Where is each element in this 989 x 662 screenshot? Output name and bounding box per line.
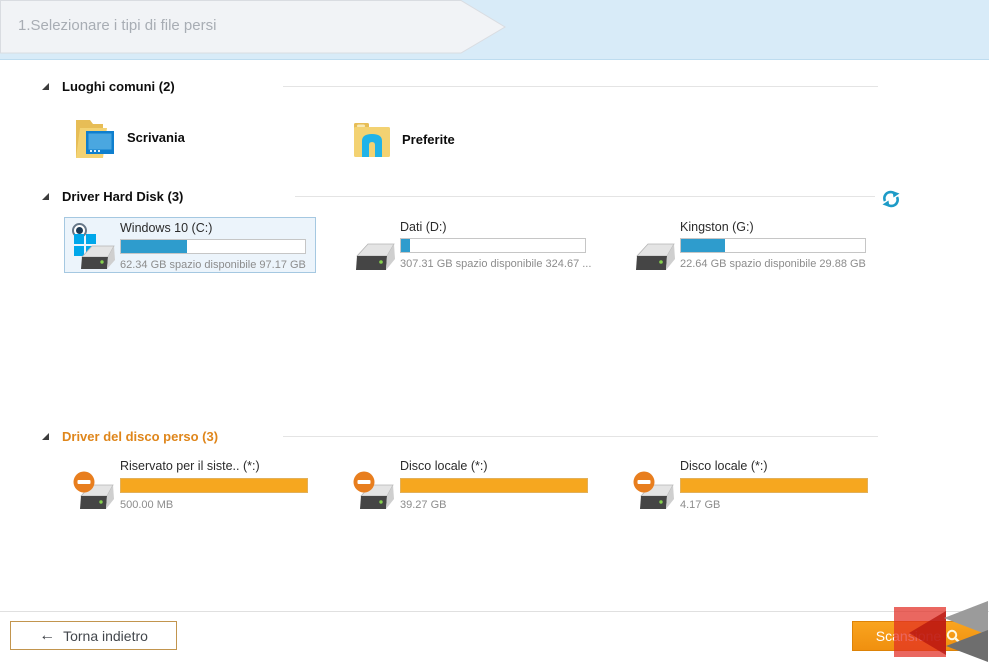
- footer-divider: [0, 611, 989, 612]
- drive-name: Dati (D:): [400, 220, 447, 234]
- capacity-bar-fill: [681, 479, 867, 492]
- capacity-bar: [400, 238, 586, 253]
- search-icon: [946, 629, 961, 644]
- drive-item-kingston-g[interactable]: Kingston (G:) 22.64 GB spazio disponibil…: [635, 217, 887, 273]
- capacity-bar-fill: [121, 240, 187, 253]
- lost-drive-item-local-1[interactable]: Disco locale (*:) 39.27 GB: [353, 459, 605, 517]
- capacity-bar: [120, 478, 308, 493]
- lost-drive-size: 500.00 MB: [120, 499, 173, 511]
- scan-button[interactable]: Scansione: [852, 621, 985, 651]
- capacity-bar: [680, 238, 866, 253]
- windows-drive-icon: [74, 234, 116, 272]
- drive-name: Kingston (G:): [680, 220, 754, 234]
- place-item-label: Preferite: [402, 132, 455, 147]
- divider: [283, 86, 878, 87]
- drive-item-dati-d[interactable]: Dati (D:) 307.31 GB spazio disponibile 3…: [355, 217, 607, 273]
- divider: [295, 196, 875, 197]
- section-title-lost-drives: Driver del disco perso (3): [62, 429, 218, 444]
- favorites-folder-icon: [352, 118, 392, 160]
- back-arrow-icon: ←: [39, 628, 55, 644]
- capacity-bar-fill: [401, 239, 410, 252]
- section-title-common-places: Luoghi comuni (2): [62, 79, 175, 94]
- recovery-wizard-window: 2.Selezionare una posizione per comincia…: [0, 0, 989, 662]
- lost-drive-icon: [73, 471, 117, 515]
- step1-title: 1.Selezionare i tipi di file persi: [18, 0, 448, 52]
- refresh-icon[interactable]: [880, 188, 902, 210]
- lost-drive-name: Riservato per il siste.. (*:): [120, 459, 260, 473]
- divider: [283, 436, 878, 437]
- capacity-bar-fill: [401, 479, 587, 492]
- scan-button-label: Scansione: [876, 628, 941, 644]
- lost-drive-item-local-2[interactable]: Disco locale (*:) 4.17 GB: [633, 459, 885, 517]
- desktop-folder-icon: [73, 114, 117, 160]
- back-button[interactable]: ← Torna indietro: [10, 621, 177, 650]
- capacity-bar: [680, 478, 868, 493]
- hard-drive-icon: [355, 243, 397, 271]
- capacity-bar-fill: [121, 479, 307, 492]
- hard-drive-icon: [635, 243, 677, 271]
- place-item-label: Scrivania: [127, 130, 185, 145]
- lost-drive-size: 4.17 GB: [680, 499, 720, 511]
- drive-name: Windows 10 (C:): [120, 221, 212, 235]
- lost-drive-name: Disco locale (*:): [680, 459, 768, 473]
- drive-item-windows-c[interactable]: Windows 10 (C:) 62.34 GB spazio disponib…: [64, 217, 316, 273]
- lost-drive-item-system-reserved[interactable]: Riservato per il siste.. (*:) 500.00 MB: [73, 459, 325, 517]
- lost-drive-icon: [353, 471, 397, 515]
- place-item-favorites[interactable]: Preferite: [352, 115, 455, 163]
- drive-free-space: 22.64 GB spazio disponibile 29.88 GB: [680, 258, 866, 270]
- lost-drive-icon: [633, 471, 677, 515]
- drive-free-space: 307.31 GB spazio disponibile 324.67 ...: [400, 258, 591, 270]
- capacity-bar: [120, 239, 306, 254]
- collapse-triangle-icon[interactable]: [41, 192, 50, 201]
- capacity-bar: [400, 478, 588, 493]
- place-item-desktop[interactable]: Scrivania: [73, 113, 185, 161]
- lost-drive-name: Disco locale (*:): [400, 459, 488, 473]
- section-title-hard-disk-drives: Driver Hard Disk (3): [62, 189, 183, 204]
- collapse-triangle-icon[interactable]: [41, 432, 50, 441]
- lost-drive-size: 39.27 GB: [400, 499, 446, 511]
- collapse-triangle-icon[interactable]: [41, 82, 50, 91]
- drive-free-space: 62.34 GB spazio disponibile 97.17 GB: [120, 259, 306, 271]
- back-button-label: Torna indietro: [63, 628, 148, 644]
- capacity-bar-fill: [681, 239, 725, 252]
